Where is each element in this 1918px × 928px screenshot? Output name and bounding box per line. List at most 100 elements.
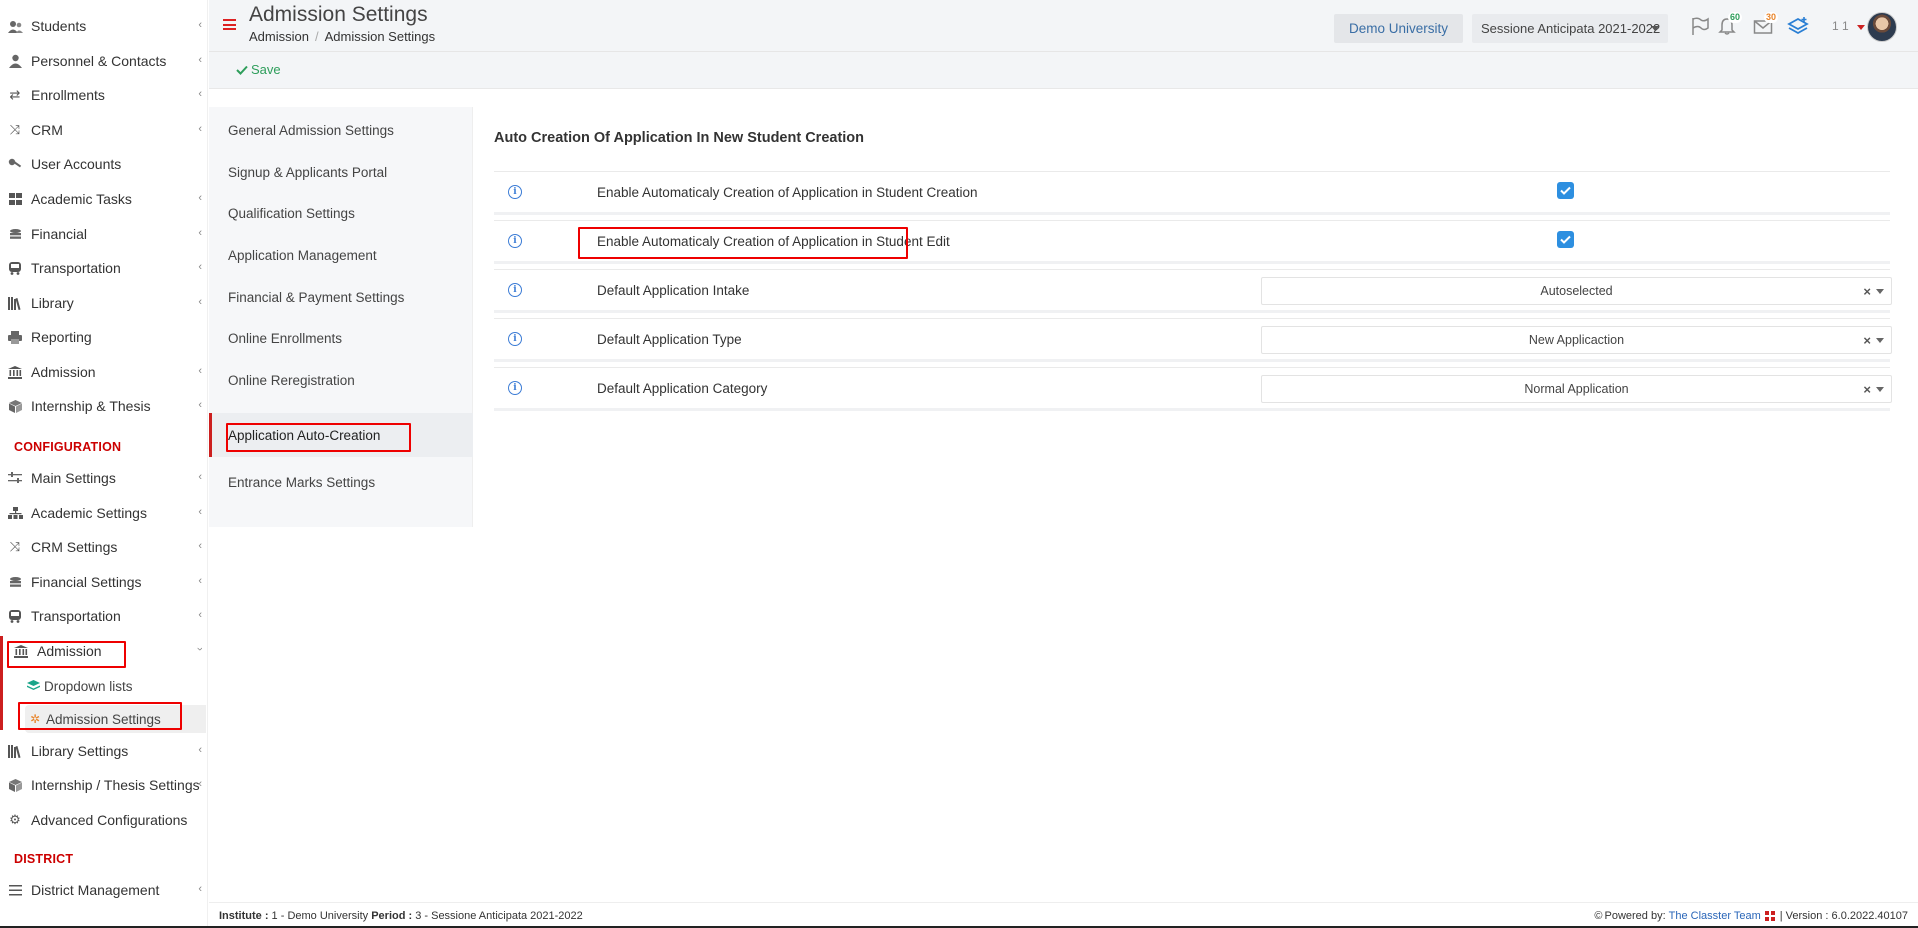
chevron-left-icon: ‹	[198, 296, 202, 308]
sidebar-item-label: Enrollments	[31, 87, 105, 103]
sidebar-item-internship-thesis[interactable]: Internship & Thesis ‹	[0, 391, 208, 421]
layers-icon	[25, 678, 41, 694]
classter-team-link[interactable]: The Classter Team	[1669, 910, 1761, 922]
settings-nav-online-reregistration[interactable]: Online Reregistration	[209, 360, 473, 400]
setting-label: Default Application Category	[597, 381, 768, 396]
period-value: 3 - Sessione Anticipata 2021-2022	[412, 910, 583, 922]
sidebar-item-academic-settings[interactable]: Academic Settings ‹	[0, 498, 208, 528]
page-title: Admission Settings	[249, 3, 428, 26]
breadcrumb-item[interactable]: Admission	[249, 29, 309, 44]
save-button[interactable]: Save	[236, 62, 281, 77]
setting-label: Default Application Type	[597, 332, 742, 347]
clear-icon[interactable]: ×	[1863, 333, 1871, 348]
default-intake-select[interactable]: Autoselected ×	[1261, 277, 1892, 305]
chevron-left-icon: ‹	[198, 192, 202, 204]
sidebar-item-personnel[interactable]: Personnel & Contacts ‹	[0, 46, 208, 76]
settings-nav-online-enrollments[interactable]: Online Enrollments	[209, 318, 473, 358]
select-value: New Applicaction	[1528, 333, 1625, 347]
sidebar-item-label: Transportation	[31, 608, 121, 624]
flag-icon[interactable]	[1689, 15, 1711, 37]
menu-toggle-icon[interactable]	[223, 19, 236, 30]
clear-icon[interactable]: ×	[1863, 284, 1871, 299]
chevron-left-icon: ‹	[198, 227, 202, 239]
session-dropdown-value: Sessione Anticipata 2021-2022	[1481, 21, 1661, 36]
sidebar-subitem-dropdown-lists[interactable]: Dropdown lists	[25, 672, 215, 700]
check-icon	[1560, 235, 1571, 244]
settings-nav-signup-portal[interactable]: Signup & Applicants Portal	[209, 152, 473, 192]
student-creation-checkbox[interactable]	[1557, 182, 1574, 199]
powered-by-label: Powered by:	[1604, 910, 1666, 922]
chevron-left-icon: ‹	[198, 609, 202, 621]
settings-nav-application-management[interactable]: Application Management	[209, 235, 473, 275]
sidebar-item-label: Internship / Thesis Settings	[31, 777, 200, 793]
sidebar-item-internship-thesis-settings[interactable]: Internship / Thesis Settings ‹	[0, 770, 208, 800]
coins-icon	[6, 226, 24, 242]
sidebar-item-transportation-settings[interactable]: Transportation ‹	[0, 601, 208, 631]
user-number: 1 1	[1832, 19, 1849, 33]
sidebar-item-students[interactable]: Students ‹	[0, 11, 208, 41]
sidebar: Students ‹ Personnel & Contacts ‹ ⇄ Enro…	[0, 0, 208, 928]
sidebar-item-label: District Management	[31, 882, 160, 898]
sidebar-item-advanced-configurations[interactable]: ⚙ Advanced Configurations	[0, 805, 208, 835]
district-header: DISTRICT	[14, 852, 74, 866]
sidebar-item-academic-tasks[interactable]: Academic Tasks ‹	[0, 184, 208, 214]
breadcrumb-item-current: Admission Settings	[324, 29, 436, 44]
messages-envelope-icon[interactable]: 30	[1752, 12, 1779, 37]
settings-nav-financial-payment[interactable]: Financial & Payment Settings	[209, 277, 473, 317]
sidebar-item-financial-settings[interactable]: Financial Settings ‹	[0, 567, 208, 597]
student-edit-checkbox[interactable]	[1557, 231, 1574, 248]
sidebar-item-library-settings[interactable]: Library Settings ‹	[0, 736, 208, 766]
settings-nav-general[interactable]: General Admission Settings	[209, 110, 473, 150]
info-icon[interactable]: i	[508, 185, 522, 199]
sidebar-item-crm[interactable]: ⤨ CRM ‹	[0, 115, 208, 145]
sidebar-item-transportation[interactable]: Transportation ‹	[0, 253, 208, 283]
setting-row-student-edit: i Enable Automaticaly Creation of Applic…	[494, 220, 1890, 264]
sidebar-item-user-accounts[interactable]: User Accounts	[0, 149, 208, 179]
setting-label: Default Application Intake	[597, 283, 750, 298]
sidebar-item-main-settings[interactable]: Main Settings ‹	[0, 463, 208, 493]
classter-logo-icon	[1764, 911, 1775, 921]
sidebar-item-financial[interactable]: Financial ‹	[0, 219, 208, 249]
caret-down-icon[interactable]	[1857, 25, 1865, 30]
info-icon[interactable]: i	[508, 381, 522, 395]
settings-nav-qualification[interactable]: Qualification Settings	[209, 193, 473, 233]
sidebar-item-library[interactable]: Library ‹	[0, 288, 208, 318]
chevron-down-icon: ‹	[194, 647, 207, 651]
caret-down-icon	[1876, 387, 1884, 392]
sidebar-item-reporting[interactable]: Reporting	[0, 322, 208, 352]
info-icon[interactable]: i	[508, 332, 522, 346]
sidebar-item-admission[interactable]: Admission ‹	[0, 357, 208, 387]
sliders-icon	[6, 470, 24, 486]
chevron-left-icon: ‹	[198, 19, 202, 31]
sidebar-subitem-admission-settings[interactable]: ✲ Admission Settings	[25, 705, 206, 733]
settings-nav-entrance-marks[interactable]: Entrance Marks Settings	[209, 462, 473, 502]
chevron-left-icon: ‹	[198, 506, 202, 518]
sidebar-item-enrollments[interactable]: ⇄ Enrollments ‹	[0, 80, 208, 110]
caret-down-icon	[1876, 338, 1884, 343]
default-type-select[interactable]: New Applicaction ×	[1261, 326, 1892, 354]
session-dropdown[interactable]: Sessione Anticipata 2021-2022	[1472, 14, 1668, 43]
select-value: Normal Application	[1524, 382, 1629, 396]
sidebar-item-admission-settings-group[interactable]: Admission ‹	[0, 636, 208, 666]
chevron-left-icon: ‹	[198, 88, 202, 100]
sidebar-item-crm-settings[interactable]: ⤨ CRM Settings ‹	[0, 532, 208, 562]
university-button[interactable]: Demo University	[1334, 14, 1463, 43]
sidebar-item-label: Main Settings	[31, 470, 116, 486]
default-category-select[interactable]: Normal Application ×	[1261, 375, 1892, 403]
chevron-left-icon: ‹	[198, 540, 202, 552]
books-icon	[6, 295, 24, 311]
copyright-icon: ©	[1594, 910, 1603, 922]
notifications-bell-icon[interactable]: 60	[1716, 12, 1743, 37]
period-label: Period :	[371, 910, 413, 922]
chevron-left-icon: ‹	[198, 883, 202, 895]
avatar[interactable]	[1867, 12, 1897, 42]
sidebar-subitem-label: Dropdown lists	[44, 678, 133, 694]
settings-nav-application-auto-creation[interactable]: Application Auto-Creation	[209, 413, 473, 457]
bus-icon	[6, 260, 24, 276]
info-icon[interactable]: i	[508, 234, 522, 248]
info-icon[interactable]: i	[508, 283, 522, 297]
chevron-left-icon: ‹	[198, 123, 202, 135]
sidebar-item-district-management[interactable]: District Management ‹	[0, 875, 208, 905]
clear-icon[interactable]: ×	[1863, 382, 1871, 397]
layers-stack-icon[interactable]	[1787, 15, 1809, 37]
